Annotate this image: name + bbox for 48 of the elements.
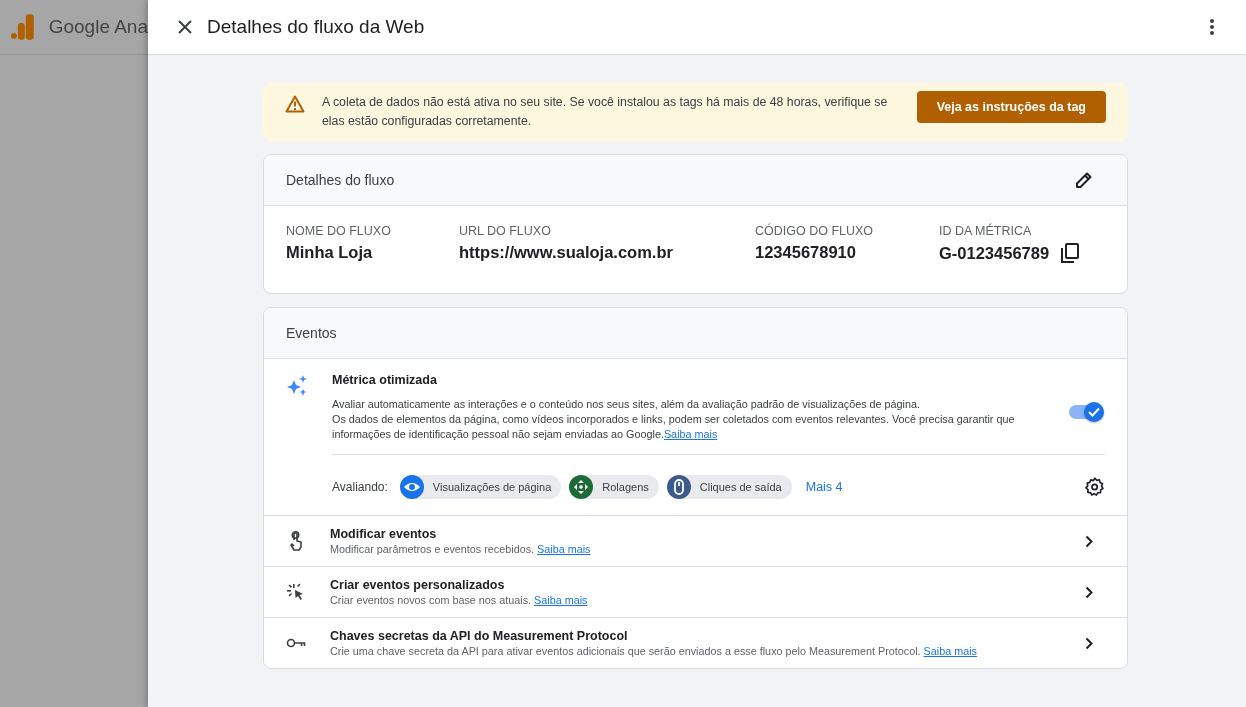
- row-description: Crie uma chave secreta da API para ativar eventos adicionais que serão enviados a esse fluxo pelo Measurement Protocol. Saiba mais: [330, 645, 978, 657]
- settings-row[interactable]: Criar eventos personalizados Criar eventos novos com base nos atuais. Saiba mais: [264, 567, 1127, 618]
- note-text: Os dados de elementos da página, como vídeos incorporados e links, podem ser coletados com eventos relevantes. Você precisa garantir que informações de identificação pessoal não sejam enviadas ao Google.Saiba mais: [332, 412, 1016, 442]
- field-value: 12345678910: [755, 243, 856, 262]
- event-chip: Rolagens: [569, 475, 659, 499]
- measuring-label: Avaliando:: [332, 480, 388, 494]
- chevron-right-icon: [1085, 636, 1093, 650]
- field-label: NOME DO FLUXO: [286, 224, 392, 238]
- more-menu-icon[interactable]: [1210, 19, 1214, 35]
- settings-row[interactable]: Chaves secretas da API do Measurement Protocol Crie uma chave secreta da API para ativar eventos adicionais que serão enviados a esse fluxo pelo Measurement Protocol. Saiba mais: [264, 618, 1127, 668]
- learn-more-link[interactable]: Saiba mais: [534, 594, 588, 606]
- row-title: Chaves secretas da API do Measurement Protocol: [330, 629, 629, 643]
- copy-icon[interactable]: [1061, 243, 1080, 263]
- event-chip: Visualizações de página: [399, 475, 562, 499]
- field-label: CÓDIGO DO FLUXO: [755, 224, 875, 238]
- close-icon[interactable]: [178, 20, 192, 34]
- check-icon: [1088, 407, 1100, 417]
- learn-more-link[interactable]: Saiba mais: [663, 428, 718, 440]
- row-title: Modificar eventos: [330, 527, 438, 541]
- field-label: URL DO FLUXO: [459, 224, 552, 238]
- chevron-right-icon: [1085, 585, 1093, 599]
- row-title: Criar eventos personalizados: [330, 578, 506, 592]
- warning-icon: [285, 95, 305, 113]
- learn-more-link[interactable]: Saiba mais: [537, 543, 591, 555]
- card-title: Eventos: [286, 325, 337, 341]
- card-title: Detalhes do fluxo: [286, 172, 395, 188]
- app-name: Google Ana: [48, 16, 148, 38]
- sparkle-icon: [286, 375, 308, 397]
- learn-more-link[interactable]: Saiba mais: [923, 645, 977, 657]
- section-title: Métrica otimizada: [332, 373, 438, 387]
- edit-icon[interactable]: [1075, 171, 1093, 189]
- tag-instructions-button[interactable]: Veja as instruções da tag: [916, 91, 1106, 123]
- panel-title: Detalhes do fluxo da Web: [207, 16, 426, 38]
- chevron-right-icon: [1085, 534, 1093, 548]
- analytics-logo-icon: [11, 14, 35, 40]
- description-text: Avaliar automaticamente as interações e o conteúdo nos seus sites, além da avaliação padrão de visualizações de página.: [332, 397, 921, 412]
- field-value: https://www.sualoja.com.br: [459, 243, 673, 262]
- more-link[interactable]: Mais 4: [805, 480, 843, 494]
- field-label: ID DA MÉTRICA: [939, 224, 1033, 238]
- settings-icon[interactable]: [1085, 477, 1105, 497]
- row-description: Criar eventos novos com base nos atuais. Saiba mais: [330, 594, 589, 606]
- event-chip: Cliques de saída: [666, 475, 792, 499]
- row-description: Modificar parâmetros e eventos recebidos. Saiba mais: [330, 543, 592, 555]
- warning-message: A coleta de dados não está ativa no seu site. Se você instalou as tags há mais de 48 horas, verifique se elas estão configuradas corretamente.: [322, 94, 889, 130]
- settings-row[interactable]: Modificar eventos Modificar parâmetros e eventos recebidos. Saiba mais: [264, 516, 1127, 567]
- field-value: Minha Loja: [286, 243, 373, 262]
- toggle-switch[interactable]: [1069, 405, 1101, 419]
- field-value: G-0123456789: [939, 243, 1050, 263]
